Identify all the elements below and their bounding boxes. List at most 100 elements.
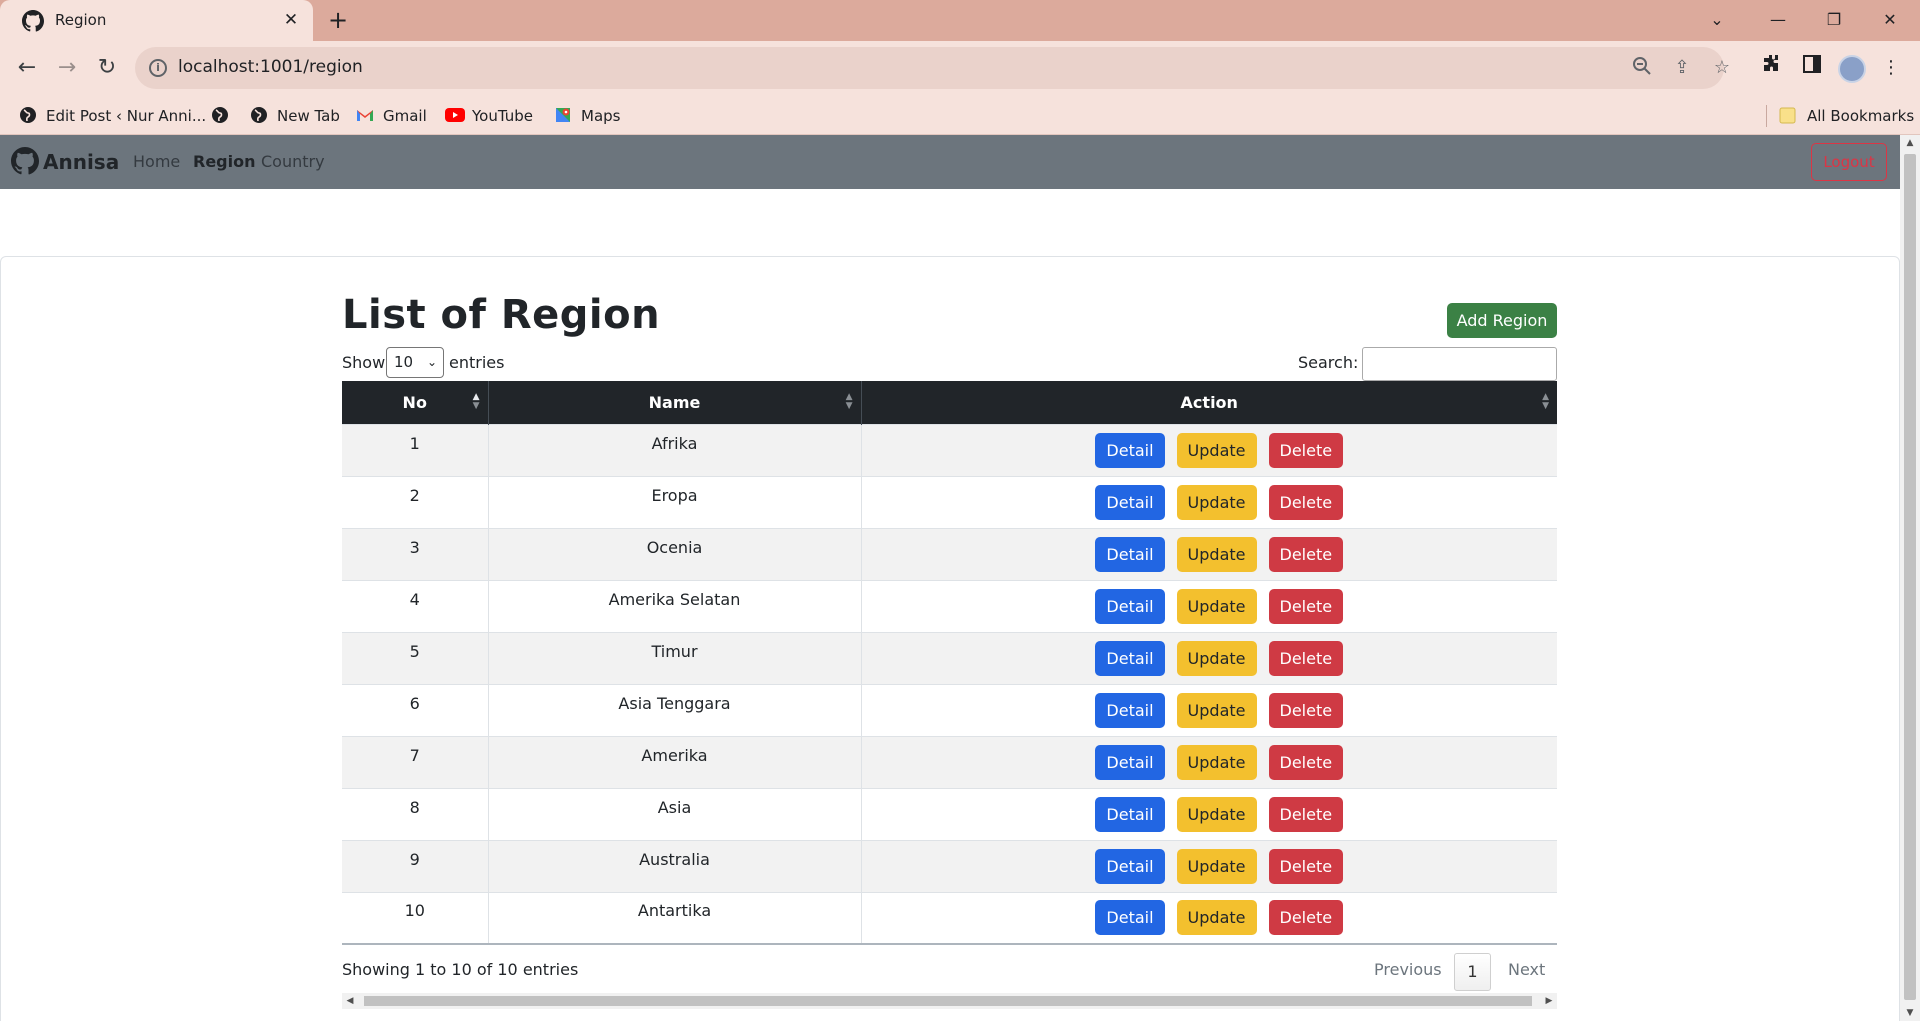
tab-search-chevron-icon[interactable]: ⌄ xyxy=(1695,0,1739,40)
bookmark-new-tab[interactable]: New Tab xyxy=(249,104,340,128)
horizontal-scroll-thumb[interactable] xyxy=(364,996,1532,1006)
delete-button[interactable]: Delete xyxy=(1268,692,1344,728)
delete-button[interactable]: Delete xyxy=(1268,744,1344,780)
detail-button[interactable]: Detail xyxy=(1095,848,1165,884)
tab-title: Region xyxy=(55,11,107,29)
pagination-page-1[interactable]: 1 xyxy=(1454,953,1491,991)
restore-icon[interactable]: ❐ xyxy=(1812,0,1856,40)
logout-button[interactable]: Logout xyxy=(1811,143,1887,181)
delete-button[interactable]: Delete xyxy=(1268,900,1344,936)
url-text[interactable]: localhost:1001/region xyxy=(178,57,363,77)
update-button[interactable]: Update xyxy=(1176,744,1257,780)
star-icon[interactable]: ☆ xyxy=(1710,56,1734,80)
column-header-no[interactable]: No ▲ ▼ xyxy=(342,381,489,424)
new-tab-button[interactable]: + xyxy=(324,6,352,34)
pagination-previous[interactable]: Previous xyxy=(1374,960,1442,979)
back-arrow-icon[interactable]: ← xyxy=(10,51,44,85)
update-button[interactable]: Update xyxy=(1176,848,1257,884)
extensions-icon[interactable] xyxy=(1756,53,1786,83)
forward-arrow-icon[interactable]: → xyxy=(50,51,84,85)
window-close-icon[interactable]: ✕ xyxy=(1868,0,1912,40)
address-bar[interactable]: i localhost:1001/region ⇪ ☆ xyxy=(135,47,1730,89)
delete-button[interactable]: Delete xyxy=(1268,796,1344,832)
bookmark-youtube[interactable]: YouTube xyxy=(444,104,533,128)
page-length-select[interactable]: 10 ⌄ xyxy=(386,347,444,378)
update-button[interactable]: Update xyxy=(1176,900,1257,936)
scroll-down-icon[interactable]: ▼ xyxy=(1900,1005,1920,1021)
cell-action: Detail Update Delete xyxy=(861,579,1557,632)
reload-icon[interactable]: ↻ xyxy=(90,51,124,85)
detail-button[interactable]: Detail xyxy=(1095,692,1165,728)
cell-action: Detail Update Delete xyxy=(861,631,1557,684)
browser-tab-region[interactable]: Region ✕ xyxy=(0,0,313,41)
delete-button[interactable]: Delete xyxy=(1268,484,1344,520)
brand-logo[interactable]: Annisa xyxy=(11,147,119,177)
tab-close-icon[interactable]: ✕ xyxy=(279,8,303,32)
vertical-scrollbar[interactable]: ▲ ▼ xyxy=(1900,135,1920,1021)
site-info-icon[interactable]: i xyxy=(149,59,167,77)
update-button[interactable]: Update xyxy=(1176,536,1257,572)
column-header-name[interactable]: Name ▲ ▼ xyxy=(488,381,862,424)
detail-button[interactable]: Detail xyxy=(1095,640,1165,676)
row-number: 8 xyxy=(409,797,420,817)
detail-button[interactable]: Detail xyxy=(1095,900,1165,936)
cell-action: Detail Update Delete xyxy=(861,787,1557,840)
side-panel-icon[interactable] xyxy=(1797,53,1827,83)
scroll-left-icon[interactable]: ◀ xyxy=(342,993,358,1009)
delete-button[interactable]: Delete xyxy=(1268,848,1344,884)
detail-button[interactable]: Detail xyxy=(1095,484,1165,520)
update-button[interactable]: Update xyxy=(1176,432,1257,468)
row-number: 2 xyxy=(409,485,420,505)
row-actions: Detail Update Delete xyxy=(1089,484,1349,520)
nav-link-country[interactable]: Country xyxy=(261,149,325,175)
pagination-next[interactable]: Next xyxy=(1508,960,1545,979)
add-region-button[interactable]: Add Region xyxy=(1447,303,1557,338)
update-button[interactable]: Update xyxy=(1176,692,1257,728)
detail-button[interactable]: Detail xyxy=(1095,588,1165,624)
cell-name: Asia Tenggara xyxy=(488,683,862,736)
update-button[interactable]: Update xyxy=(1176,640,1257,676)
folder-icon xyxy=(1779,105,1799,125)
nav-link-home[interactable]: Home xyxy=(133,149,180,175)
update-button[interactable]: Update xyxy=(1176,484,1257,520)
vertical-scroll-thumb[interactable] xyxy=(1904,154,1916,1000)
update-button[interactable]: Update xyxy=(1176,796,1257,832)
zoom-icon[interactable] xyxy=(1630,56,1654,80)
delete-button[interactable]: Delete xyxy=(1268,640,1344,676)
delete-button[interactable]: Delete xyxy=(1268,432,1344,468)
gmail-icon xyxy=(355,105,375,125)
region-name: Asia Tenggara xyxy=(618,693,731,713)
table-row: 3 Ocenia Detail Update Delete xyxy=(342,527,1557,580)
delete-button[interactable]: Delete xyxy=(1268,536,1344,572)
detail-button[interactable]: Detail xyxy=(1095,796,1165,832)
update-button[interactable]: Update xyxy=(1176,588,1257,624)
region-name: Ocenia xyxy=(646,537,703,557)
bookmark-globe[interactable] xyxy=(210,104,238,128)
delete-button[interactable]: Delete xyxy=(1268,588,1344,624)
row-number: 7 xyxy=(409,745,420,765)
column-header-action[interactable]: Action ▲ ▼ xyxy=(861,381,1557,424)
table-row: 2 Eropa Detail Update Delete xyxy=(342,475,1557,528)
profile-avatar[interactable] xyxy=(1838,55,1866,83)
globe-icon xyxy=(18,105,38,125)
search-input[interactable] xyxy=(1362,347,1557,381)
scroll-right-icon[interactable]: ▶ xyxy=(1541,993,1557,1009)
bookmark-edit-post[interactable]: Edit Post ‹ Nur Anni... xyxy=(18,104,206,128)
scroll-up-icon[interactable]: ▲ xyxy=(1900,135,1920,151)
nav-link-region[interactable]: Region xyxy=(193,149,256,175)
detail-button[interactable]: Detail xyxy=(1095,432,1165,468)
all-bookmarks[interactable]: All Bookmarks xyxy=(1779,104,1914,128)
bookmark-gmail[interactable]: Gmail xyxy=(355,104,427,128)
row-actions: Detail Update Delete xyxy=(1089,640,1349,676)
region-name: Antartika xyxy=(637,901,712,921)
bookmark-maps[interactable]: Maps xyxy=(553,104,620,128)
more-menu-icon[interactable]: ⋮ xyxy=(1876,53,1906,83)
minimize-icon[interactable]: — xyxy=(1756,0,1800,40)
detail-button[interactable]: Detail xyxy=(1095,744,1165,780)
cell-name: Amerika xyxy=(488,735,862,788)
share-icon[interactable]: ⇪ xyxy=(1670,56,1694,80)
row-number: 3 xyxy=(409,537,420,557)
horizontal-scrollbar[interactable]: ◀ ▶ xyxy=(342,993,1557,1009)
detail-button[interactable]: Detail xyxy=(1095,536,1165,572)
maps-icon xyxy=(553,105,573,125)
